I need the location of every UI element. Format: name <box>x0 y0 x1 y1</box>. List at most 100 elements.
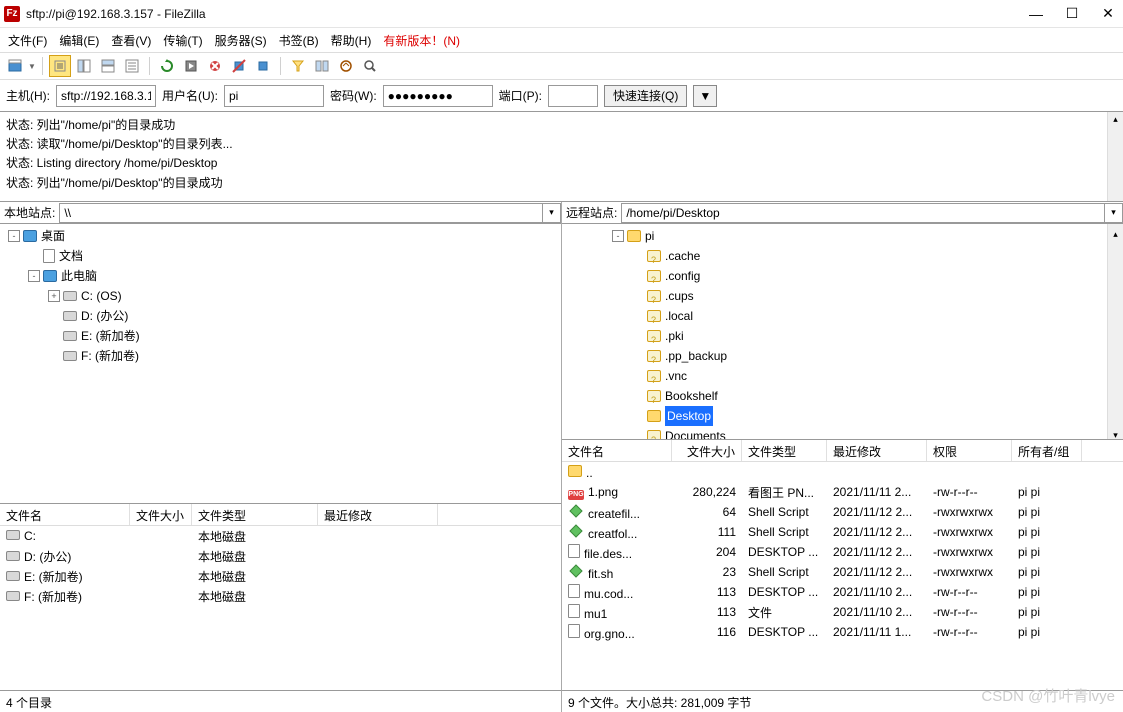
remote-file-list[interactable]: ..PNG1.png280,224看图王 PN...2021/11/11 2..… <box>562 462 1123 690</box>
col-type[interactable]: 文件类型 <box>192 504 318 525</box>
col-perm[interactable]: 权限 <box>927 440 1012 461</box>
tree-item[interactable]: .config <box>562 266 1123 286</box>
refresh-button[interactable] <box>156 55 178 77</box>
tree-item[interactable]: D: (办公) <box>0 306 561 326</box>
disconnect-button[interactable] <box>228 55 250 77</box>
tree-item[interactable]: .local <box>562 306 1123 326</box>
col-own[interactable]: 所有者/组 <box>1012 440 1082 461</box>
close-button[interactable]: ✕ <box>1101 7 1115 21</box>
scroll-up-icon[interactable]: ▴ <box>1108 224 1123 238</box>
remote-path-dropdown[interactable]: ▾ <box>1105 203 1123 223</box>
site-manager-button[interactable] <box>4 55 26 77</box>
local-path-dropdown[interactable]: ▾ <box>543 203 561 223</box>
tree-item[interactable]: F: (新加卷) <box>0 346 561 366</box>
sync-browse-button[interactable] <box>335 55 357 77</box>
toggle-remote-tree-button[interactable] <box>97 55 119 77</box>
tree-item[interactable]: E: (新加卷) <box>0 326 561 346</box>
menu-server[interactable]: 服务器(S) <box>215 32 267 49</box>
quickconnect-button[interactable]: 快速连接(Q) <box>604 85 687 107</box>
folder-unknown-icon <box>647 390 661 402</box>
list-item[interactable]: createfil...64Shell Script2021/11/12 2..… <box>562 502 1123 522</box>
col-type[interactable]: 文件类型 <box>742 440 827 461</box>
reconnect-button[interactable] <box>252 55 274 77</box>
toolbar: ▼ <box>0 52 1123 80</box>
tree-item[interactable]: .cups <box>562 286 1123 306</box>
tree-item[interactable]: +C: (OS) <box>0 286 561 306</box>
list-item[interactable]: mu1113文件2021/11/10 2...-rw-r--r--pi pi <box>562 602 1123 622</box>
list-item[interactable]: F: (新加卷)本地磁盘 <box>0 586 561 606</box>
list-item[interactable]: E: (新加卷)本地磁盘 <box>0 566 561 586</box>
toggle-log-button[interactable] <box>49 55 71 77</box>
port-input[interactable] <box>548 85 598 107</box>
tree-item[interactable]: .pp_backup <box>562 346 1123 366</box>
tree-label: .pki <box>665 326 684 346</box>
scroll-down-icon[interactable]: ▾ <box>1108 425 1123 439</box>
toggle-queue-button[interactable] <box>121 55 143 77</box>
expand-toggle[interactable]: - <box>612 230 624 242</box>
drive-icon <box>6 571 20 581</box>
menu-edit[interactable]: 编辑(E) <box>59 32 99 49</box>
tree-item[interactable]: Desktop <box>562 406 1123 426</box>
menu-file[interactable]: 文件(F) <box>8 32 47 49</box>
tree-item[interactable]: -此电脑 <box>0 266 561 286</box>
quickconnect-dropdown[interactable]: ▼ <box>693 85 717 107</box>
col-size[interactable]: 文件大小 <box>672 440 742 461</box>
expand-toggle[interactable]: - <box>8 230 20 242</box>
col-name[interactable]: 文件名 <box>0 504 130 525</box>
tree-item[interactable]: Documents <box>562 426 1123 440</box>
list-item[interactable]: creatfol...111Shell Script2021/11/12 2..… <box>562 522 1123 542</box>
minimize-button[interactable]: — <box>1029 7 1043 21</box>
file-icon <box>568 624 580 638</box>
local-path-input[interactable] <box>59 203 543 223</box>
tree-item[interactable]: -pi <box>562 226 1123 246</box>
local-file-list[interactable]: C:本地磁盘D: (办公)本地磁盘E: (新加卷)本地磁盘F: (新加卷)本地磁… <box>0 526 561 690</box>
compare-button[interactable] <box>311 55 333 77</box>
menu-bookmarks[interactable]: 书签(B) <box>279 32 319 49</box>
filter-button[interactable] <box>287 55 309 77</box>
list-item[interactable]: file.des...204DESKTOP ...2021/11/12 2...… <box>562 542 1123 562</box>
tree-item[interactable]: .vnc <box>562 366 1123 386</box>
menu-help[interactable]: 帮助(H) <box>331 32 372 49</box>
cancel-button[interactable] <box>204 55 226 77</box>
list-item[interactable]: fit.sh23Shell Script2021/11/12 2...-rwxr… <box>562 562 1123 582</box>
tree-item[interactable]: .pki <box>562 326 1123 346</box>
col-date[interactable]: 最近修改 <box>827 440 927 461</box>
menu-view[interactable]: 查看(V) <box>111 32 151 49</box>
menu-newversion[interactable]: 有新版本！(N) <box>383 32 460 49</box>
remote-path-input[interactable] <box>621 203 1105 223</box>
col-date[interactable]: 最近修改 <box>318 504 438 525</box>
list-item[interactable]: D: (办公)本地磁盘 <box>0 546 561 566</box>
folder-icon <box>568 465 582 477</box>
user-input[interactable] <box>224 85 324 107</box>
tree-label: D: (办公) <box>81 306 128 326</box>
expand-toggle[interactable]: - <box>28 270 40 282</box>
col-name[interactable]: 文件名 <box>562 440 672 461</box>
tree-item[interactable]: -桌面 <box>0 226 561 246</box>
search-button[interactable] <box>359 55 381 77</box>
drive-icon <box>6 551 20 561</box>
tree-item[interactable]: 文档 <box>0 246 561 266</box>
script-icon <box>568 503 584 519</box>
scroll-up-icon[interactable]: ▴ <box>1108 112 1123 126</box>
menu-transfer[interactable]: 传输(T) <box>163 32 202 49</box>
dropdown-icon[interactable]: ▼ <box>28 62 36 71</box>
remote-tree[interactable]: ▴ ▾ -pi.cache.config.cups.local.pki.pp_ba… <box>562 224 1123 440</box>
folder-unknown-icon <box>647 250 661 262</box>
list-item[interactable]: org.gno...116DESKTOP ...2021/11/11 1...-… <box>562 622 1123 642</box>
tree-item[interactable]: Bookshelf <box>562 386 1123 406</box>
list-item[interactable]: C:本地磁盘 <box>0 526 561 546</box>
list-item[interactable]: mu.cod...113DESKTOP ...2021/11/10 2...-r… <box>562 582 1123 602</box>
col-size[interactable]: 文件大小 <box>130 504 192 525</box>
folder-icon <box>647 410 661 422</box>
list-item[interactable]: .. <box>562 462 1123 482</box>
process-queue-button[interactable] <box>180 55 202 77</box>
toggle-local-tree-button[interactable] <box>73 55 95 77</box>
pass-input[interactable] <box>383 85 493 107</box>
list-item[interactable]: PNG1.png280,224看图王 PN...2021/11/11 2...-… <box>562 482 1123 502</box>
expand-toggle[interactable]: + <box>48 290 60 302</box>
host-input[interactable] <box>56 85 156 107</box>
maximize-button[interactable]: ☐ <box>1065 7 1079 21</box>
local-tree[interactable]: -桌面文档-此电脑+C: (OS)D: (办公)E: (新加卷)F: (新加卷) <box>0 224 561 504</box>
file-icon <box>568 544 580 558</box>
tree-item[interactable]: .cache <box>562 246 1123 266</box>
